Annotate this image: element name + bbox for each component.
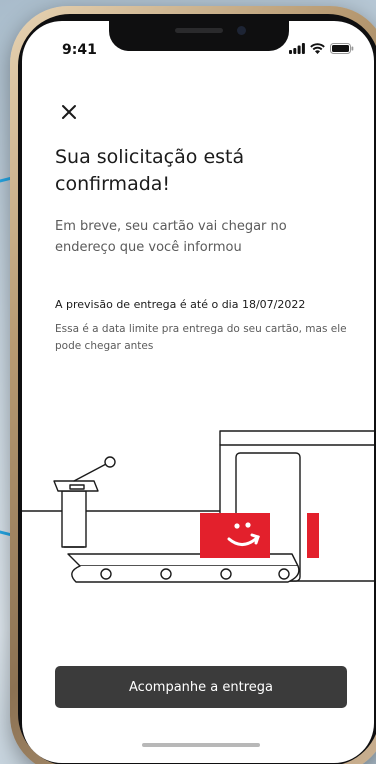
card-box <box>200 513 270 558</box>
page-title: Sua solicitação está confirmada! <box>55 146 245 195</box>
speaker-grille <box>175 28 223 33</box>
close-icon <box>62 105 76 119</box>
delivery-note: Essa é a data limite pra entrega do seu … <box>55 323 347 352</box>
app-screen: 9:41 Sua solicitação está confirmada! Em… <box>22 21 374 763</box>
phone-notch <box>109 21 289 51</box>
status-time: 9:41 <box>62 42 97 58</box>
conveyor-illustration <box>22 430 374 583</box>
battery-icon <box>330 43 354 54</box>
confirmation-subtitle: Em breve, seu cartão vai chegar no ender… <box>55 219 287 255</box>
wifi-icon <box>310 43 325 54</box>
status-icons <box>289 43 354 54</box>
track-delivery-button[interactable]: Acompanhe a entrega <box>55 666 347 708</box>
signal-icon <box>289 43 305 54</box>
home-indicator <box>142 743 260 747</box>
close-button[interactable] <box>58 101 80 123</box>
delivery-forecast: A previsão de entrega é até o dia 18/07/… <box>55 298 306 311</box>
front-camera <box>237 26 246 35</box>
